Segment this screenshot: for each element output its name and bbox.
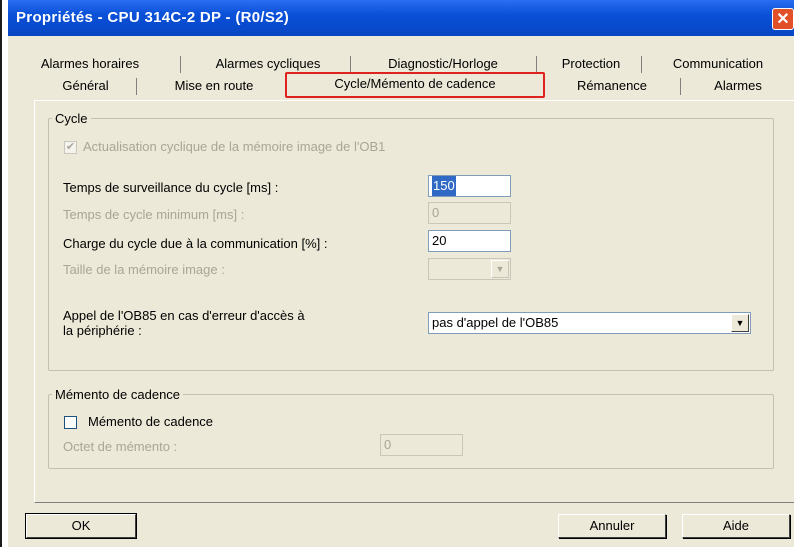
tab-label: Rémanence — [576, 78, 648, 93]
memory-byte-value: 0 — [384, 437, 392, 452]
comm-cycle-load-value: 20 — [432, 233, 447, 248]
cancel-label: Annuler — [589, 518, 635, 533]
tab-remanence[interactable]: Rémanence — [556, 76, 668, 97]
tab-label: Mise en route — [174, 78, 254, 93]
process-image-size-label: Taille de la mémoire image : — [63, 262, 225, 277]
background-window-edge — [0, 0, 2, 547]
tab-separator — [136, 78, 137, 95]
ob85-call-label-line2: la périphérie : — [63, 323, 142, 338]
comm-cycle-load-label: Charge du cycle due à la communication [… — [63, 236, 328, 251]
window-title: Propriétés - CPU 314C-2 DP - (R0/S2) — [16, 9, 290, 26]
ob1-cyclic-update-checkbox[interactable]: ✔ — [64, 141, 77, 154]
tab-protection[interactable]: Protection — [543, 54, 639, 75]
tab-label: Communication — [672, 56, 764, 71]
ok-button[interactable]: OK — [25, 513, 137, 539]
process-image-size-dropdown[interactable]: ▼ — [428, 258, 511, 280]
min-cycle-time-label: Temps de cycle minimum [ms] : — [63, 207, 245, 222]
chevron-down-icon[interactable]: ▼ — [731, 314, 749, 332]
tab-label: Alarmes horaires — [40, 56, 140, 71]
cancel-button[interactable]: Annuler — [558, 514, 666, 538]
tab-separator — [180, 56, 181, 73]
memory-byte-label: Octet de mémento : — [63, 439, 178, 454]
tab-general[interactable]: Général — [38, 76, 133, 97]
min-cycle-time-input[interactable]: 0 — [428, 202, 511, 224]
tab-alarmes-horaires[interactable]: Alarmes horaires — [16, 54, 164, 75]
tab-label: Alarmes — [714, 78, 762, 93]
help-label: Aide — [722, 518, 750, 533]
help-button[interactable]: Aide — [682, 514, 790, 538]
cycle-group-title: Cycle — [52, 111, 91, 126]
tab-label: Diagnostic/Horloge — [388, 56, 498, 71]
arrow-glyph: ▼ — [495, 264, 505, 274]
comm-cycle-load-input[interactable]: 20 — [428, 230, 511, 252]
tab-separator — [536, 56, 537, 73]
ob85-call-label-line1: Appel de l'OB85 en cas d'erreur d'accès … — [63, 308, 305, 323]
ob1-cyclic-update-label: Actualisation cyclique de la mémoire ima… — [83, 139, 386, 154]
min-cycle-time-value: 0 — [432, 205, 440, 220]
tab-label: Général — [62, 78, 109, 93]
tab-communication[interactable]: Communication — [648, 54, 788, 75]
chevron-down-icon[interactable]: ▼ — [491, 260, 509, 278]
active-tab-highlight — [285, 72, 545, 98]
ob85-call-dropdown[interactable]: pas d'appel de l'OB85 ▼ — [428, 312, 751, 334]
clock-memory-label: Mémento de cadence — [88, 414, 214, 429]
memento-group-title: Mémento de cadence — [52, 387, 184, 402]
close-button[interactable]: ✕ — [772, 8, 794, 30]
clock-memory-checkbox[interactable] — [64, 416, 77, 429]
ob85-call-value: pas d'appel de l'OB85 — [432, 315, 559, 330]
tab-label: Alarmes cycliques — [215, 56, 321, 71]
memento-group — [48, 394, 774, 469]
tab-label: Protection — [561, 56, 621, 71]
tab-separator — [350, 56, 351, 73]
title-bar[interactable]: Propriétés - CPU 314C-2 DP - (R0/S2) ✕ — [8, 0, 794, 36]
cycle-monitoring-time-value: 150 — [432, 176, 456, 196]
close-icon: ✕ — [776, 11, 790, 28]
ok-label: OK — [71, 518, 91, 533]
memory-byte-input[interactable]: 0 — [380, 434, 463, 456]
properties-dialog: Propriétés - CPU 314C-2 DP - (R0/S2) ✕ A… — [8, 0, 794, 547]
checkmark-icon: ✔ — [65, 141, 76, 153]
tab-mise-en-route[interactable]: Mise en route — [148, 76, 280, 97]
cycle-monitoring-time-input[interactable]: 150 — [428, 175, 511, 197]
tab-separator — [641, 56, 642, 73]
tab-separator — [680, 78, 681, 95]
arrow-glyph: ▼ — [735, 318, 745, 328]
cycle-monitoring-time-label: Temps de surveillance du cycle [ms] : — [63, 180, 279, 195]
tab-alarmes[interactable]: Alarmes — [693, 76, 783, 97]
